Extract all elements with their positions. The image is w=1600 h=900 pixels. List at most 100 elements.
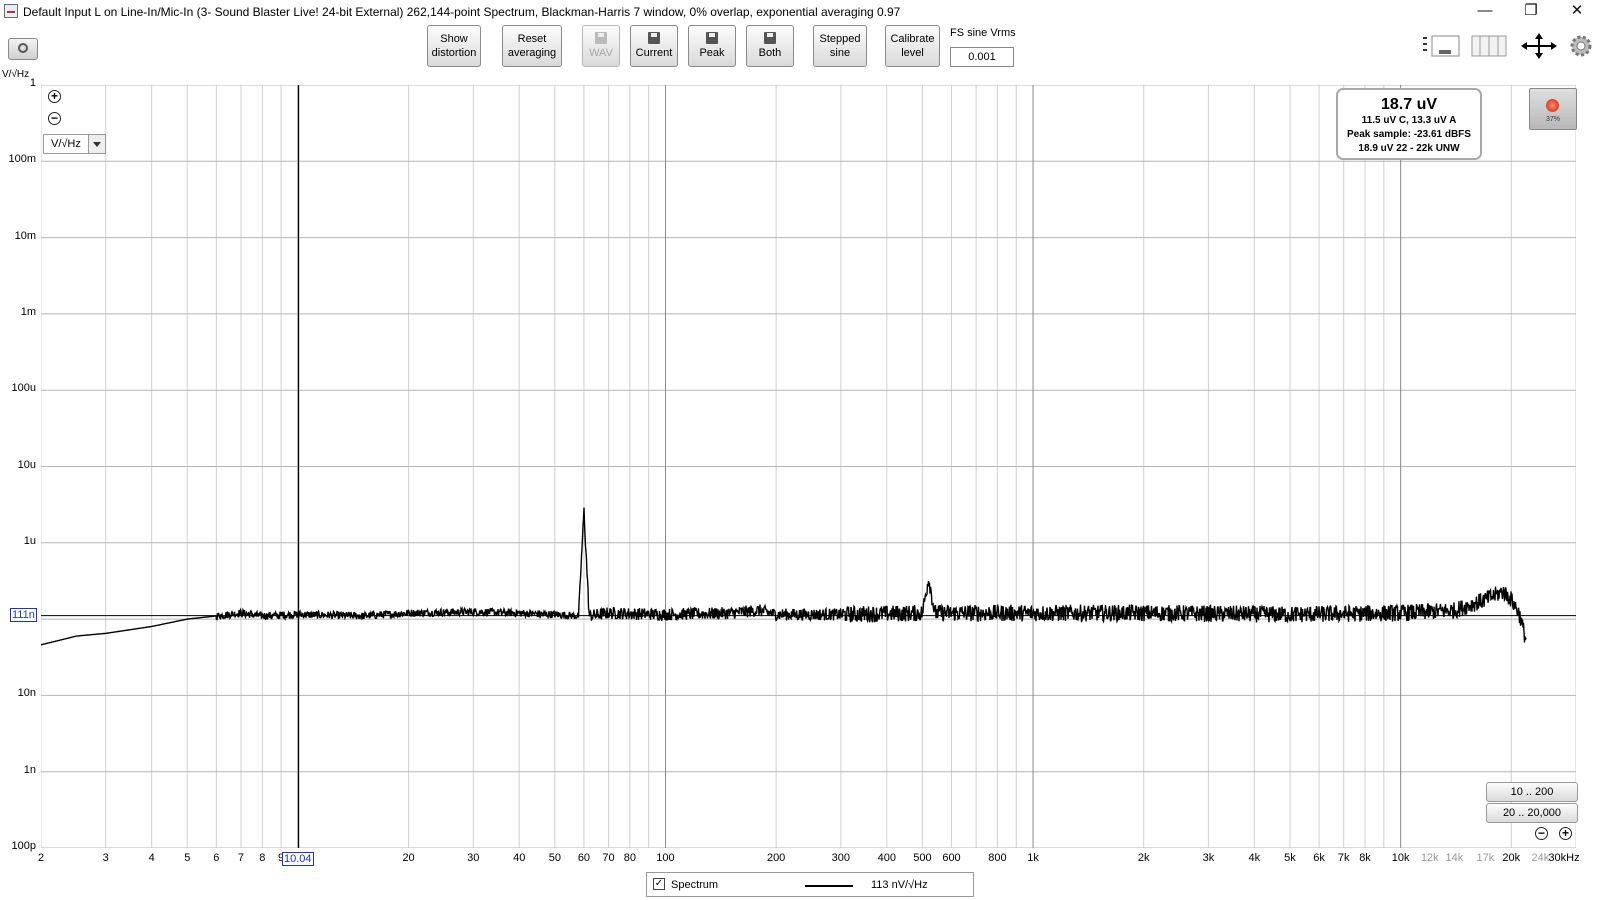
y-tick-label: 100m [8, 153, 36, 166]
record-button[interactable]: 37% [1529, 88, 1577, 130]
save-current-button[interactable]: Current [630, 25, 678, 67]
legend-series-name: Spectrum [671, 879, 719, 891]
save-peak-button[interactable]: Peak [688, 25, 736, 67]
x-tick-label: 70 [602, 852, 615, 864]
x-tick-label: 24k [1531, 852, 1550, 864]
minimize-button[interactable]: — [1462, 0, 1508, 24]
spectrum-plot[interactable] [41, 85, 1576, 848]
wav-button[interactable]: WAV [582, 25, 620, 67]
stepped-sine-button[interactable]: Stepped sine [813, 25, 867, 67]
x-tick-label: 100 [656, 852, 675, 864]
x-tick-label: 2k [1137, 852, 1150, 864]
x-tick-label: 40 [513, 852, 526, 864]
calibrate-level-label-2: level [901, 47, 924, 59]
zoom-in-icon[interactable]: + [48, 90, 61, 103]
zoom-out-x-icon[interactable]: − [1535, 827, 1548, 840]
camera-icon[interactable] [8, 38, 38, 60]
record-percent: 37% [1545, 116, 1560, 123]
save-icon [764, 32, 776, 44]
x-tick-label: 2 [37, 852, 45, 864]
app-icon [4, 4, 18, 18]
range-20-20000-button[interactable]: 20 .. 20,000 [1486, 803, 1578, 823]
y-tick-label: 1 [29, 77, 36, 89]
toolbar: Show distortion Reset averaging WAV Curr… [0, 24, 1600, 76]
x-tick-label: 3k [1202, 852, 1215, 864]
y-tick-label: 100p [11, 840, 36, 852]
reset-averaging-button[interactable]: Reset averaging [502, 25, 562, 67]
folder-icon [595, 32, 607, 44]
expand-arrows-icon[interactable] [1520, 33, 1558, 59]
layout-icon[interactable] [1422, 33, 1460, 59]
wav-label: WAV [589, 47, 613, 59]
save-both-button[interactable]: Both [746, 25, 794, 67]
x-tick-label: 8k [1359, 852, 1371, 864]
stepped-sine-label-2: sine [829, 47, 851, 59]
fs-sine-input[interactable]: 0.001 [950, 47, 1014, 67]
y-tick-label: 10n [17, 687, 36, 700]
stepped-sine-label-1: Stepped [819, 33, 861, 45]
show-distortion-button[interactable]: Show distortion [427, 25, 481, 67]
y-tick-label: 10u [17, 458, 36, 471]
zoom-out-icon[interactable]: − [48, 112, 61, 125]
x-tick-label: 4 [148, 852, 155, 864]
x-tick-label: 500 [913, 852, 932, 864]
legend-series-value: 113 nV/√Hz [871, 879, 928, 891]
y-tick-label: 1u [23, 534, 36, 547]
x-tick-label: 17k [1476, 852, 1495, 864]
calibrate-level-label-1: Calibrate [890, 33, 935, 45]
y-tick-label: 10m [14, 229, 36, 242]
unit-selector-value: V/√Hz [51, 138, 81, 150]
legend-line-swatch [805, 885, 853, 887]
x-tick-label: 6k [1313, 852, 1325, 864]
x-tick-label: 600 [942, 852, 961, 864]
x-tick-label: 80 [623, 852, 636, 864]
save-icon [648, 32, 660, 44]
x-tick-label: 30 [467, 852, 480, 864]
x-tick-label: 30kHz [1548, 852, 1580, 864]
x-tick-label: 12k [1420, 852, 1439, 864]
level-main-value: 18.7 uV [1380, 96, 1438, 113]
title-bar: Default Input L on Line-In/Mic-In (3- So… [0, 0, 1600, 24]
y-tick-label: 1n [23, 763, 36, 776]
x-tick-label: 20k [1502, 852, 1521, 864]
spectrum-checkbox[interactable]: ✓ [653, 878, 665, 890]
restore-button[interactable]: ❐ [1508, 0, 1554, 24]
window-title: Default Input L on Line-In/Mic-In (3- So… [23, 5, 901, 19]
gear-icon[interactable] [1568, 33, 1594, 59]
y-tick-label: 100u [11, 382, 36, 395]
y-tick-label: 1m [20, 305, 36, 318]
x-tick-label: 4k [1248, 852, 1261, 864]
peak-label: Peak [699, 47, 725, 59]
save-icon [706, 32, 718, 44]
close-button[interactable]: ✕ [1554, 0, 1600, 24]
show-distortion-label-1: Show [440, 33, 468, 45]
unit-selector[interactable]: V/√Hz [43, 134, 106, 154]
x-tick-label: 6 [213, 852, 220, 864]
legend: ✓ Spectrum 113 nV/√Hz [646, 872, 974, 897]
x-tick-label: 8 [259, 852, 266, 864]
x-tick-label: 800 [988, 852, 1007, 864]
x-tick-label: 60 [577, 852, 591, 864]
x-tick-label: 50 [548, 852, 561, 864]
x-tick-label: 14k [1445, 852, 1464, 864]
x-tick-label: 300 [831, 852, 851, 864]
level-meter: 18.7 uV 11.5 uV C, 13.3 uV A Peak sample… [1336, 88, 1482, 160]
x-tick-label: 3 [102, 852, 109, 864]
calibrate-level-button[interactable]: Calibrate level [885, 25, 940, 67]
x-tick-label: 7 [237, 852, 245, 864]
zoom-in-x-icon[interactable]: + [1559, 827, 1572, 840]
chevron-down-icon[interactable] [88, 135, 105, 153]
current-label: Current [635, 47, 673, 59]
level-peak-sample: Peak sample: -23.61 dBFS [1347, 129, 1471, 140]
show-distortion-label-2: distortion [431, 47, 477, 59]
x-tick-label: 1k [1027, 852, 1039, 864]
range-10-200-button[interactable]: 10 .. 200 [1486, 782, 1578, 802]
reset-averaging-label-1: Reset [517, 33, 547, 45]
cursor-y-readout: 111n [10, 608, 37, 622]
columns-icon[interactable] [1471, 33, 1509, 59]
x-tick-label: 7k [1337, 852, 1350, 864]
x-tick-label: 200 [766, 852, 786, 864]
level-weighted: 11.5 uV C, 13.3 uV A [1361, 115, 1457, 126]
fs-sine-label: FS sine Vrms [950, 27, 1016, 39]
x-tick-label: 10k [1391, 852, 1410, 864]
